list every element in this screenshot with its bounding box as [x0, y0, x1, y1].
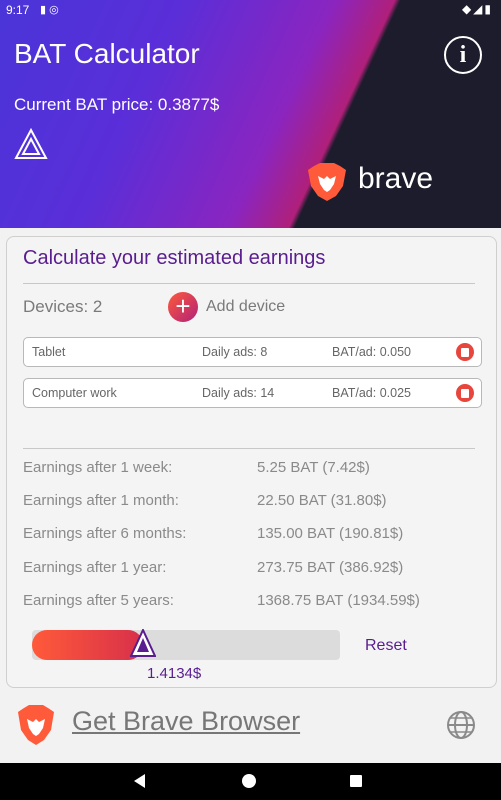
device-bat-per-ad: BAT/ad: 0.025: [332, 386, 411, 400]
bat-logo-icon: [14, 128, 48, 159]
devices-count: Devices: 2: [23, 297, 103, 316]
delete-icon[interactable]: [456, 384, 474, 402]
reset-button[interactable]: Reset: [365, 637, 407, 655]
earnings-label: Earnings after 1 month:: [23, 492, 179, 509]
recents-icon[interactable]: [350, 775, 362, 787]
device-bat-per-ad: BAT/ad: 0.050: [332, 345, 411, 359]
earnings-label: Earnings after 1 week:: [23, 459, 173, 476]
earnings-label: Earnings after 1 year:: [23, 559, 167, 576]
earnings-value: 5.25 BAT (7.42$): [257, 459, 370, 476]
back-icon[interactable]: [134, 774, 145, 788]
app-title: BAT Calculator: [14, 38, 200, 69]
earnings-value: 1368.75 BAT (1934.59$): [257, 592, 420, 609]
slider-value: 1.4134$: [147, 665, 202, 682]
device-name: Tablet: [32, 345, 66, 359]
delete-icon[interactable]: [456, 343, 474, 361]
device-row[interactable]: Computer work Daily ads: 14 BAT/ad: 0.02…: [23, 378, 482, 408]
add-device-button[interactable]: +: [168, 292, 198, 322]
brave-lion-logo-icon: [308, 163, 346, 201]
get-brave-link[interactable]: Get Brave Browser: [72, 706, 300, 737]
globe-icon[interactable]: [446, 710, 476, 740]
status-time: 9:17: [6, 3, 30, 17]
navigation-bar: [0, 763, 501, 800]
status-bar: 9:17 ▮ ◎ ◆◢▮: [0, 0, 501, 20]
bat-price-label: Current BAT price: 0.3877$: [14, 95, 220, 114]
device-daily-ads: Daily ads: 14: [202, 386, 275, 400]
earnings-value: 273.75 BAT (386.92$): [257, 559, 404, 576]
info-button[interactable]: i: [444, 36, 482, 74]
price-slider-fill: [32, 630, 143, 660]
earnings-value: 135.00 BAT (190.81$): [257, 525, 404, 542]
brave-wordmark: brave: [358, 162, 434, 195]
calculator-card: Calculate your estimated earnings Device…: [6, 236, 497, 688]
notification-icons: ▮ ◎: [40, 4, 59, 16]
earnings-label: Earnings after 6 months:: [23, 525, 187, 542]
card-title: Calculate your estimated earnings: [23, 247, 326, 269]
divider: [23, 283, 475, 284]
add-device-label[interactable]: Add device: [206, 298, 285, 316]
divider: [23, 448, 475, 449]
bat-slider-handle-icon[interactable]: [130, 629, 156, 657]
system-icons: ◆◢▮: [461, 2, 493, 16]
home-icon[interactable]: [242, 774, 256, 788]
device-name: Computer work: [32, 386, 117, 400]
device-row[interactable]: Tablet Daily ads: 8 BAT/ad: 0.050: [23, 337, 482, 367]
brave-lion-logo-icon[interactable]: [16, 704, 56, 746]
price-slider-track[interactable]: [32, 630, 340, 660]
device-daily-ads: Daily ads: 8: [202, 345, 268, 359]
header-banner: BAT Calculator Current BAT price: 0.3877…: [0, 0, 501, 228]
earnings-label: Earnings after 5 years:: [23, 592, 174, 609]
earnings-value: 22.50 BAT (31.80$): [257, 492, 387, 509]
